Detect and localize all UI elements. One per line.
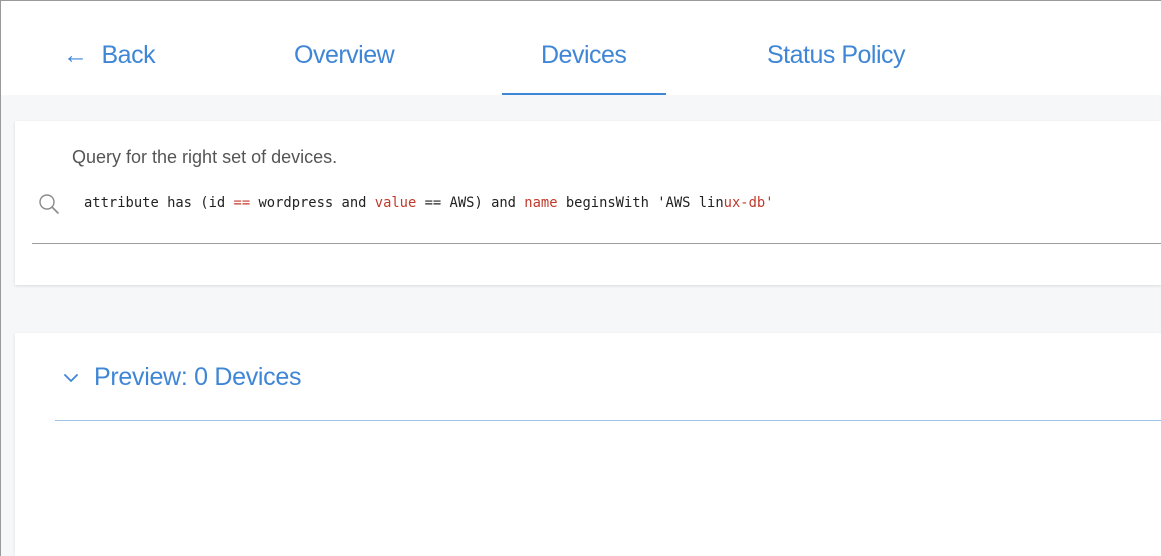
- search-icon[interactable]: [38, 193, 60, 215]
- top-navigation: ← Back Overview Devices Status Policy: [1, 1, 1161, 97]
- back-label: Back: [101, 41, 156, 69]
- preview-toggle[interactable]: Preview: 0 Devices: [62, 363, 301, 392]
- query-text-token: wordpress and: [250, 195, 375, 211]
- query-text-token: beginsWith 'AWS lin: [557, 195, 724, 211]
- query-title: Query for the right set of devices.: [72, 147, 338, 167]
- query-keyword-token: name: [524, 195, 558, 211]
- query-input-underline: [32, 243, 1161, 244]
- preview-title: Preview: 0 Devices: [94, 363, 302, 391]
- tab-status-policy[interactable]: Status Policy: [767, 41, 906, 70]
- query-keyword-token: ux-db': [723, 195, 774, 211]
- preview-divider: [55, 420, 1161, 421]
- query-text-token: attribute has (id: [84, 195, 234, 211]
- tab-overview[interactable]: Overview: [294, 41, 395, 70]
- query-text-token: == AWS) and: [416, 195, 525, 211]
- chevron-down-icon: [64, 373, 78, 382]
- tab-devices[interactable]: Devices: [541, 41, 627, 70]
- query-input[interactable]: attribute has (id == wordpress and value…: [84, 195, 774, 211]
- preview-card: Preview: 0 Devices: [15, 333, 1161, 556]
- arrow-left-icon: ←: [63, 41, 88, 69]
- query-card: Query for the right set of devices. attr…: [15, 121, 1161, 285]
- query-keyword-token: value: [374, 195, 417, 211]
- back-button[interactable]: ← Back: [63, 41, 156, 70]
- query-keyword-token: ==: [233, 195, 251, 211]
